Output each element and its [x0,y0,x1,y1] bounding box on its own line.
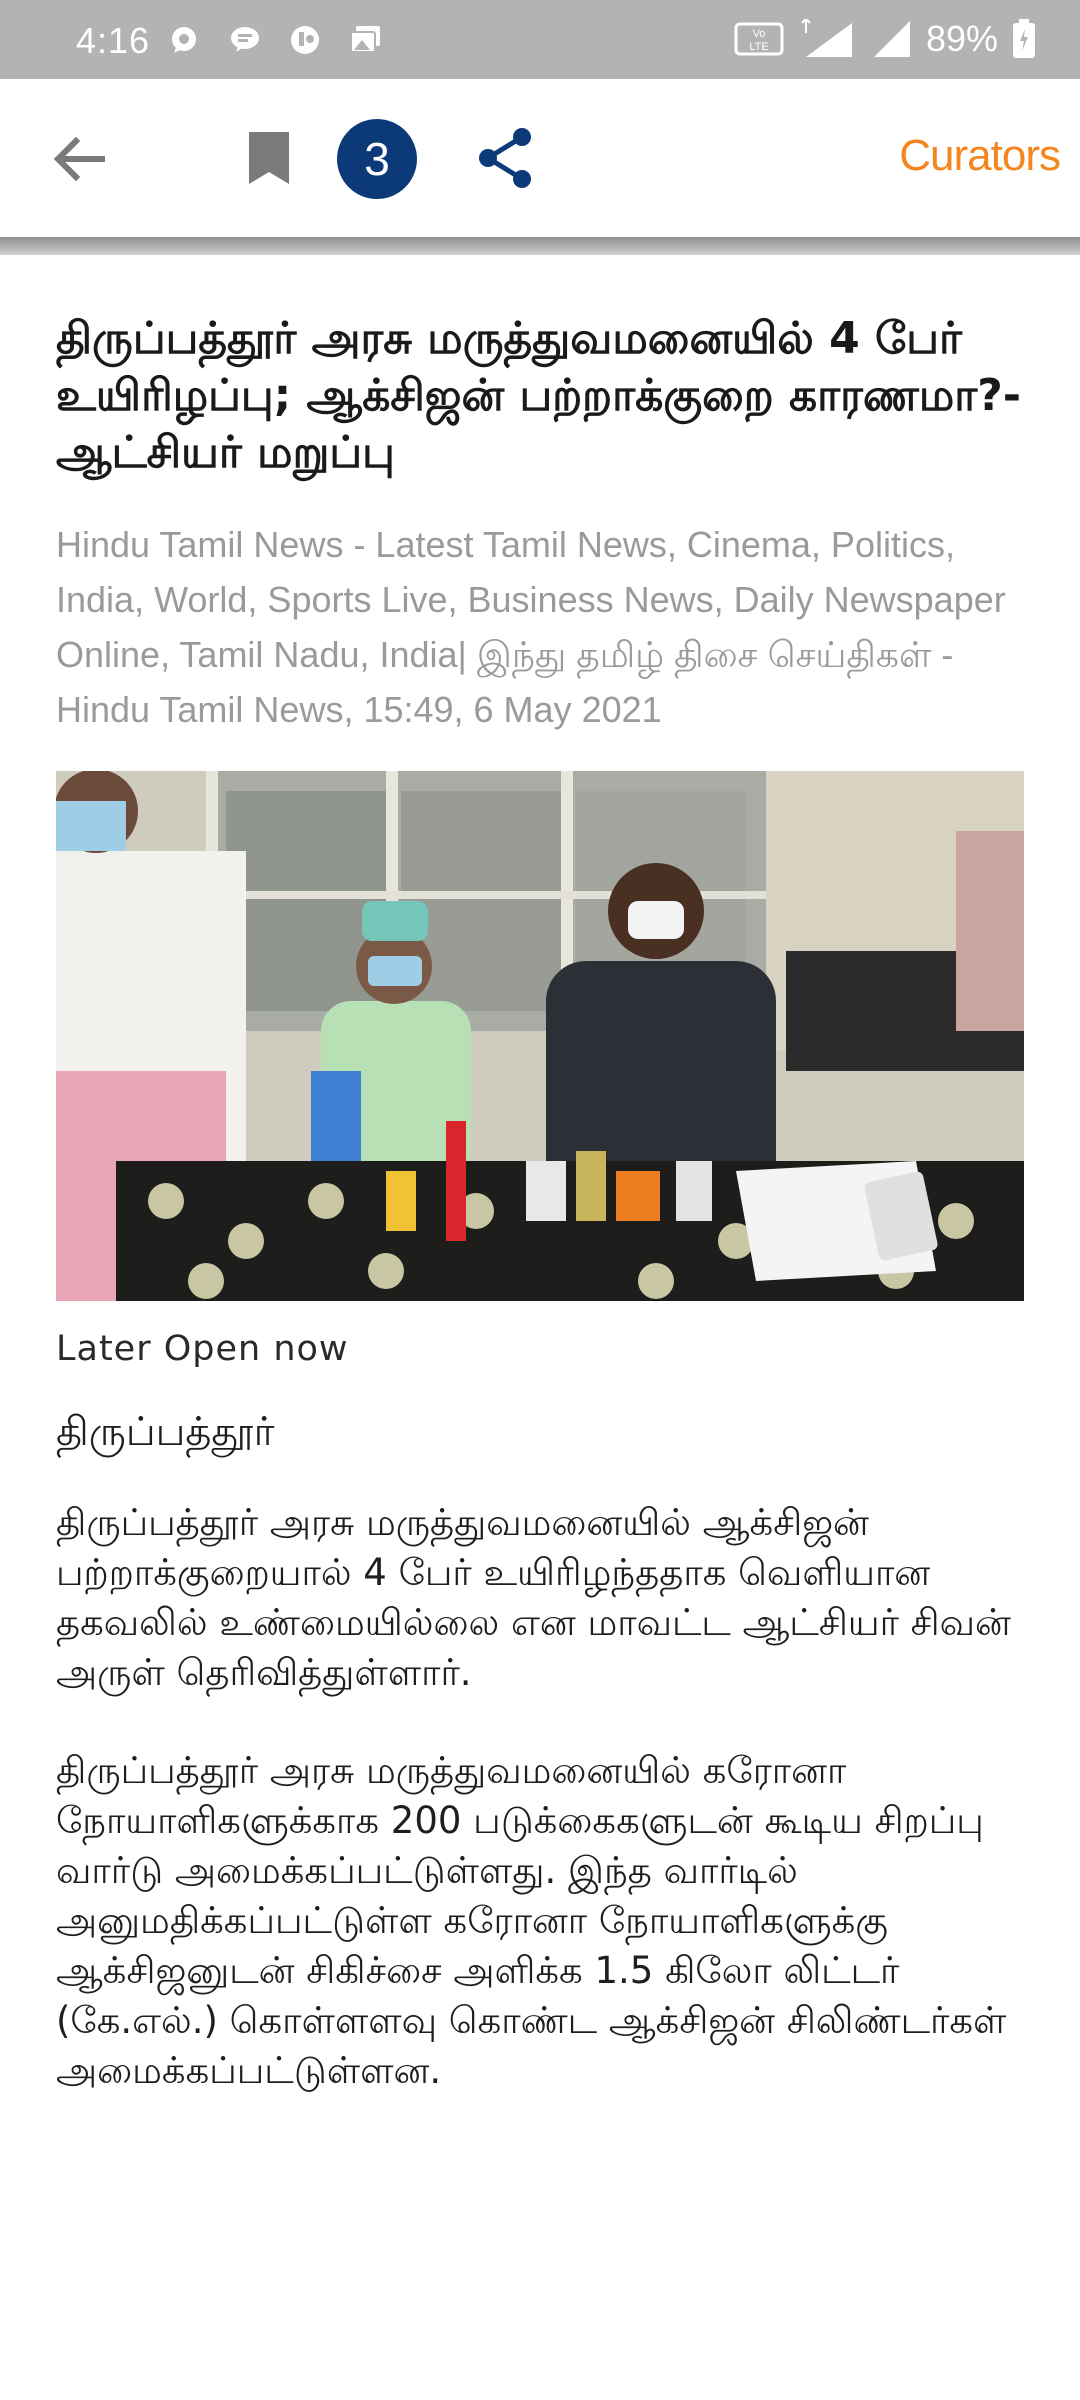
article-content: திருப்பத்தூர் அரசு மருத்துவமனையில் 4 பேர… [56,310,1024,2096]
signal-4g-icon: 4G [801,19,852,57]
status-time: 4:16 [76,20,151,61]
share-icon[interactable] [476,127,536,189]
article-dateline: திருப்பத்தூர் [56,1409,275,1455]
press-meet-photo [56,771,1024,1301]
article-paragraph: திருப்பத்தூர் அரசு மருத்துவமனையில் கரோனா… [56,1749,1007,2092]
svg-text:4G: 4G [818,23,835,38]
gallery-icon [350,26,380,53]
app-icon [291,26,319,54]
count-badge[interactable]: 3 [337,119,417,199]
arrow-back-icon[interactable] [52,135,106,183]
battery-icon [1013,19,1035,58]
message-icon [231,27,259,52]
article-image[interactable] [56,771,1024,1301]
status-bar: 4:16 Vo LTE 4G 89% [0,0,1080,79]
status-right: Vo LTE 4G 89% [734,18,1036,60]
signal-icon [873,21,910,57]
article-paragraph: திருப்பத்தூர் அரசு மருத்துவமனையில் ஆக்சி… [56,1501,1011,1694]
article-headline: திருப்பத்தூர் அரசு மருத்துவமனையில் 4 பேர… [56,313,1022,478]
notification-icons [168,24,384,56]
curators-link[interactable]: Curators [899,131,1061,181]
svg-text:LTE: LTE [749,41,768,53]
whatsapp-icon [172,27,196,53]
volte-icon: VoLTE [734,22,784,56]
article-toolbar: 3 Curators [0,79,1080,237]
later-open-now[interactable]: Later Open now [56,1329,1024,1369]
toolbar-divider [0,237,1080,255]
article-byline[interactable]: Hindu Tamil News - Latest Tamil News, Ci… [56,517,1024,737]
bookmark-icon[interactable] [246,129,292,187]
svg-text:Vo: Vo [753,28,766,40]
battery-level: 89% [925,18,998,59]
